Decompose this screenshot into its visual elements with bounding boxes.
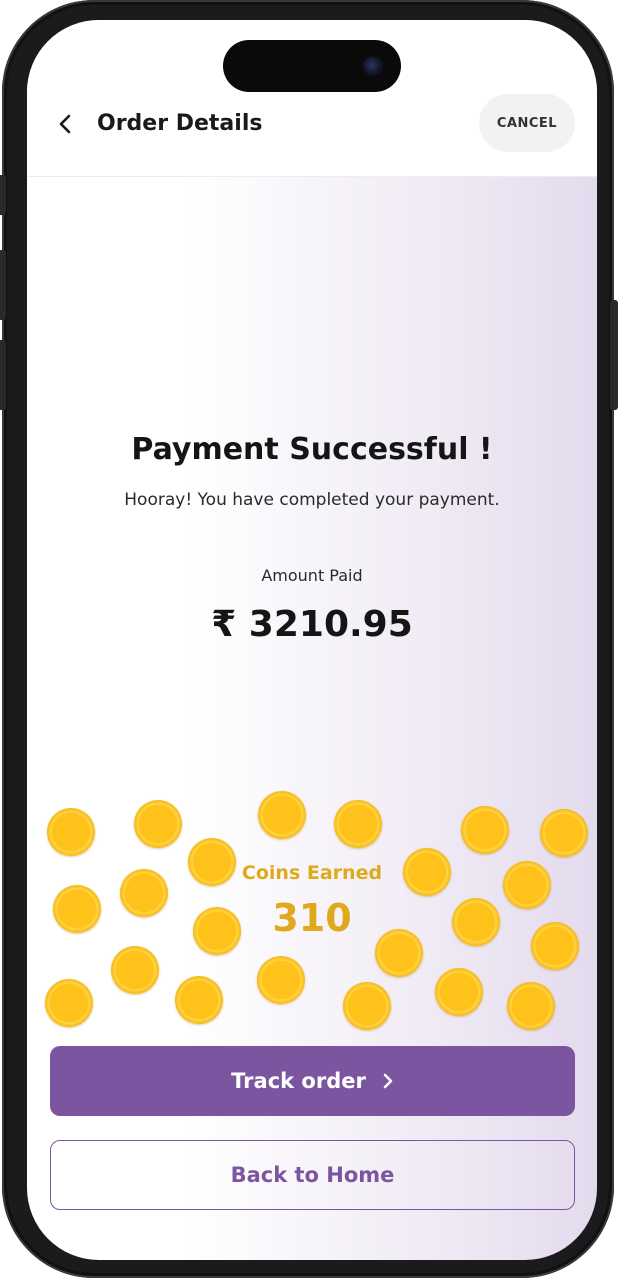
dynamic-island xyxy=(223,40,401,92)
coin-icon xyxy=(258,791,306,839)
volume-down-button xyxy=(0,340,6,410)
camera-lens xyxy=(363,56,383,76)
coin-icon xyxy=(334,800,382,848)
coin-icon xyxy=(111,946,159,994)
amount-paid-label: Amount Paid xyxy=(261,566,363,585)
coins-earned-value: 310 xyxy=(272,896,352,940)
amount-paid-value: ₹ 3210.95 xyxy=(211,604,413,645)
coin-icon xyxy=(134,800,182,848)
coin-icon xyxy=(540,809,588,857)
coins-earned-label: Coins Earned xyxy=(241,862,383,884)
coin-icon xyxy=(435,968,483,1016)
phone-frame: Order Details CANCEL Payment Successful … xyxy=(0,0,618,1278)
coin-icon xyxy=(507,982,555,1030)
coin-icon xyxy=(461,806,509,854)
coin-icon xyxy=(45,979,93,1027)
action-button xyxy=(0,175,6,215)
back-to-home-button[interactable]: Back to Home xyxy=(50,1140,575,1210)
back-button[interactable] xyxy=(49,108,81,140)
coin-icon xyxy=(47,808,95,856)
chevron-right-icon xyxy=(382,1072,394,1090)
chevron-left-icon xyxy=(59,114,71,134)
page-title: Order Details xyxy=(97,111,263,136)
volume-up-button xyxy=(0,250,6,320)
app-screen: Order Details CANCEL Payment Successful … xyxy=(27,20,597,1260)
success-subtitle: Hooray! You have completed your payment. xyxy=(124,490,500,510)
power-button xyxy=(610,300,618,410)
cancel-button[interactable]: CANCEL xyxy=(479,94,575,152)
track-order-label: Track order xyxy=(231,1069,366,1093)
coin-icon xyxy=(257,956,305,1004)
coin-icon xyxy=(343,982,391,1030)
success-title: Payment Successful ! xyxy=(131,432,493,467)
coin-icon xyxy=(175,976,223,1024)
track-order-button[interactable]: Track order xyxy=(50,1046,575,1116)
